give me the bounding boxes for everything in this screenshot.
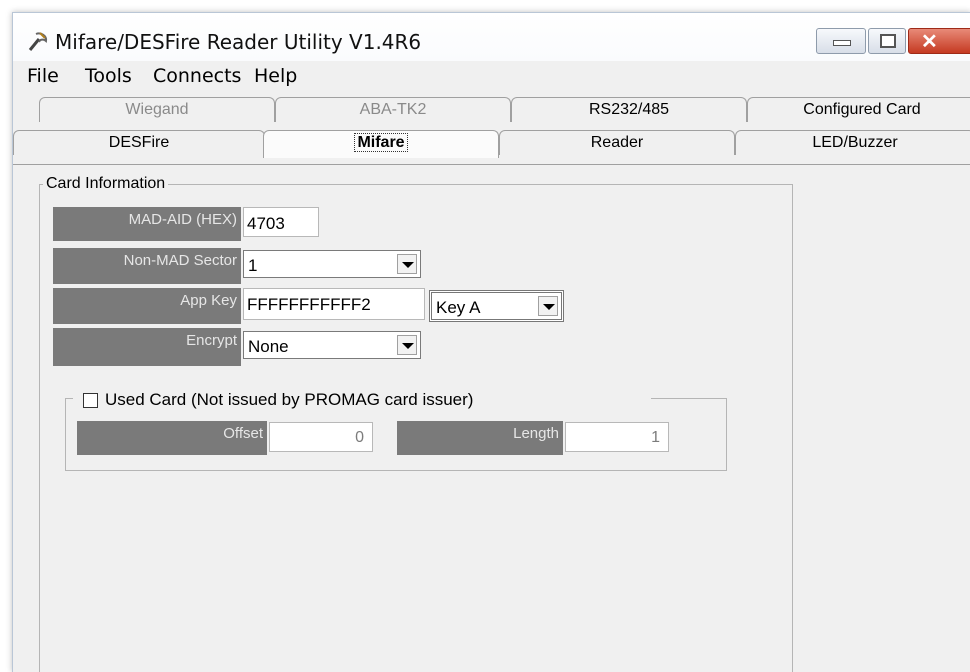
used-card-label[interactable]: Used Card (Not issued by PROMAG card iss… — [101, 390, 478, 410]
tab-rs232-485[interactable]: RS232/485 — [511, 97, 747, 122]
tab-wiegand[interactable]: Wiegand — [39, 97, 275, 122]
offset-label: Offset — [77, 421, 267, 455]
mifare-panel: Card Information MAD-AID (HEX) 4703 Non-… — [13, 164, 970, 672]
key-type-select[interactable]: Key A — [429, 290, 564, 322]
tab-mifare-label: Mifare — [354, 133, 408, 152]
tab-desfire[interactable]: DESFire — [13, 130, 265, 155]
menu-file[interactable]: File — [27, 65, 59, 87]
chevron-down-icon[interactable] — [538, 296, 558, 316]
non-mad-sector-value: 1 — [248, 256, 258, 275]
key-type-value: Key A — [436, 298, 481, 317]
used-card-checkbox[interactable] — [83, 393, 98, 408]
menu-help[interactable]: Help — [254, 65, 297, 87]
menu-connects[interactable]: Connects — [153, 65, 241, 87]
app-key-input[interactable]: FFFFFFFFFFF2 — [243, 288, 425, 320]
encrypt-label: Encrypt — [53, 328, 241, 366]
chevron-down-icon[interactable] — [397, 254, 417, 274]
tab-configured-card[interactable]: Configured Card — [747, 97, 970, 122]
tab-mifare[interactable]: Mifare — [263, 130, 499, 158]
non-mad-sector-select[interactable]: 1 — [243, 250, 421, 278]
title-bar: Mifare/DESFire Reader Utility V1.4R6 ✕ — [13, 13, 970, 61]
menu-bar: File Tools Connects Help — [13, 63, 970, 89]
mad-aid-input[interactable]: 4703 — [243, 207, 319, 237]
window-title: Mifare/DESFire Reader Utility V1.4R6 — [55, 30, 422, 54]
non-mad-sector-label: Non-MAD Sector — [53, 248, 241, 284]
minimize-button[interactable] — [816, 28, 866, 54]
minimize-icon — [833, 40, 851, 46]
close-icon: ✕ — [921, 31, 938, 53]
encrypt-value: None — [248, 337, 289, 356]
menu-tools[interactable]: Tools — [85, 65, 132, 87]
app-window: Mifare/DESFire Reader Utility V1.4R6 ✕ F… — [12, 12, 970, 672]
tab-led-buzzer[interactable]: LED/Buzzer — [735, 130, 970, 155]
tab-reader[interactable]: Reader — [499, 130, 735, 155]
tab-row-lower: DESFire Mifare Reader LED/Buzzer — [13, 130, 970, 158]
length-input[interactable]: 1 — [565, 422, 669, 452]
chevron-down-icon[interactable] — [397, 335, 417, 355]
app-key-label: App Key — [53, 288, 241, 324]
maximize-icon — [880, 34, 896, 48]
app-icon — [28, 32, 48, 51]
tab-aba-tk2[interactable]: ABA-TK2 — [275, 97, 511, 122]
length-label: Length — [397, 421, 563, 455]
encrypt-select[interactable]: None — [243, 331, 421, 359]
tab-row-upper: Wiegand ABA-TK2 RS232/485 Configured Car… — [13, 97, 970, 123]
card-information-legend: Card Information — [43, 175, 169, 193]
maximize-button[interactable] — [868, 28, 906, 54]
close-button[interactable]: ✕ — [908, 28, 970, 54]
mad-aid-label: MAD-AID (HEX) — [53, 207, 241, 241]
offset-input[interactable]: 0 — [269, 422, 373, 452]
